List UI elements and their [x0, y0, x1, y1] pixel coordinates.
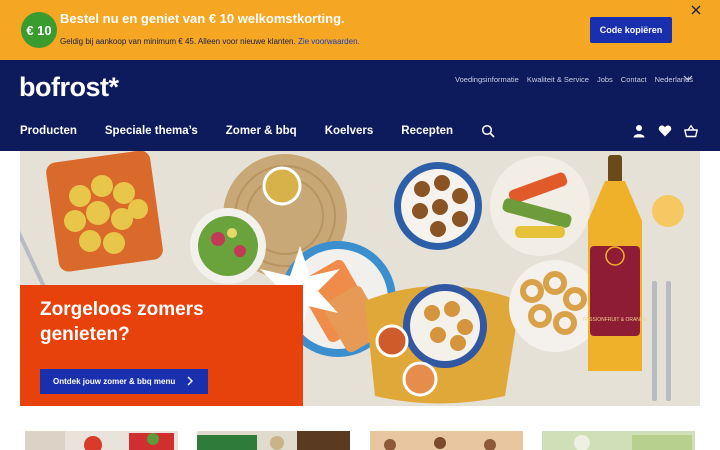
account-icon[interactable]: [632, 124, 646, 138]
top-navigation: Voedingsinformatie Kwaliteit & Service J…: [455, 75, 693, 84]
discount-badge: € 10: [21, 12, 57, 48]
hero-button-label: Ontdek jouw zomer & bbq menu: [53, 377, 176, 386]
chevron-down-icon[interactable]: [683, 73, 693, 83]
card-image: [25, 431, 178, 450]
card-image: [197, 431, 350, 450]
nav-special-themes[interactable]: Speciale thema’s: [105, 125, 198, 137]
close-icon[interactable]: [689, 4, 703, 18]
bofrost-logo[interactable]: bofrost*: [19, 72, 119, 103]
nav-recipes[interactable]: Recepten: [401, 125, 453, 137]
conditions-link[interactable]: Zie voorwaarden.: [298, 37, 360, 46]
nav-summer-bbq[interactable]: Zomer & bbq: [226, 125, 297, 137]
card-image: [370, 431, 523, 450]
heart-icon[interactable]: [658, 124, 672, 138]
promo-title: Bestel nu en geniet van € 10 welkomstkor…: [60, 11, 345, 26]
nav-products[interactable]: Producten: [20, 125, 77, 137]
teaser-card-4[interactable]: [542, 431, 695, 450]
topnav-quality[interactable]: Kwaliteit & Service: [527, 75, 589, 84]
nav-chilled[interactable]: Koelvers: [325, 125, 374, 137]
topnav-jobs[interactable]: Jobs: [597, 75, 613, 84]
chevron-right-icon: [187, 376, 193, 386]
hero-title: Zorgeloos zomers genieten?: [40, 299, 204, 345]
user-actions: [632, 124, 698, 138]
teaser-card-1[interactable]: [25, 431, 178, 450]
promo-banner: € 10 Bestel nu en geniet van € 10 welkom…: [0, 0, 720, 60]
search-icon[interactable]: [481, 124, 495, 138]
card-image: [542, 431, 695, 450]
topnav-nutrition[interactable]: Voedingsinformatie: [455, 75, 519, 84]
promo-subtitle: Geldig bij aankoop van minimum € 45. All…: [60, 37, 360, 46]
teaser-card-3[interactable]: [370, 431, 523, 450]
promo-conditions: Geldig bij aankoop van minimum € 45. All…: [60, 37, 296, 46]
site-header: bofrost* Voedingsinformatie Kwaliteit & …: [0, 60, 720, 151]
discover-summer-bbq-button[interactable]: Ontdek jouw zomer & bbq menu: [40, 369, 208, 394]
basket-icon[interactable]: [684, 124, 698, 138]
copy-code-button[interactable]: Code kopiëren: [590, 17, 672, 43]
hero-panel: Zorgeloos zomers genieten? Ontdek jouw z…: [20, 285, 303, 406]
main-navigation: Producten Speciale thema’s Zomer & bbq K…: [20, 124, 495, 138]
topnav-contact[interactable]: Contact: [621, 75, 647, 84]
bottle-label: PASSIONFRUIT & ORANGE: [583, 317, 648, 323]
teaser-card-2[interactable]: [197, 431, 350, 450]
